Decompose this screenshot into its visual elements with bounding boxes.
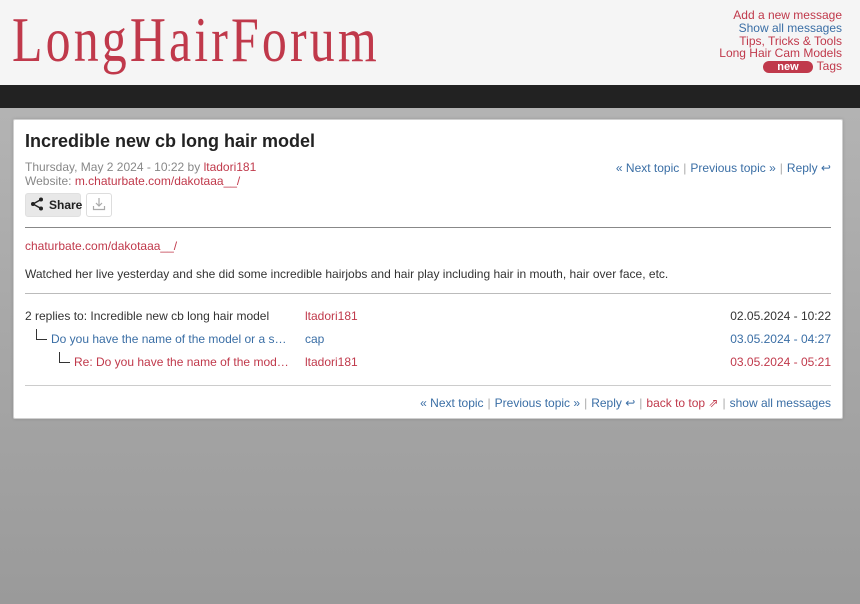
divider (25, 385, 831, 386)
post-title: Incredible new cb long hair model (25, 131, 316, 151)
website-label: Website: (25, 173, 72, 188)
reply-thread: 2 replies to: Incredible new cb long hai… (25, 309, 831, 378)
thread-root-user[interactable]: ltadori181 (305, 309, 358, 323)
download-button[interactable] (86, 193, 112, 217)
reply-date: 03.05.2024 - 04:27 (730, 332, 831, 346)
table-row[interactable]: Do you have the name of the model or a s… (25, 329, 831, 355)
previous-topic-link[interactable]: Previous topic » (495, 396, 580, 410)
reply-user-link[interactable]: cap (305, 332, 324, 346)
show-all-messages-link[interactable]: show all messages (730, 396, 831, 410)
reply-link[interactable]: Reply ↩ (787, 161, 831, 175)
table-row[interactable]: Re: Do you have the name of the model or… (25, 352, 831, 378)
new-badge: new (763, 60, 813, 73)
divider (25, 293, 831, 294)
download-icon (92, 197, 106, 214)
top-topic-nav: « Next topic | Previous topic » | Reply ↩ (615, 161, 831, 175)
back-to-top-link[interactable]: back to top ⇗ (646, 396, 718, 410)
reply-user-link[interactable]: ltadori181 (305, 355, 358, 369)
share-label: Share (49, 198, 83, 212)
thread-root-row: 2 replies to: Incredible new cb long hai… (25, 309, 831, 332)
share-icon (30, 197, 44, 214)
share-button[interactable]: Share (25, 193, 83, 217)
website-link[interactable]: m.chaturbate.com/dakotaaa__/ (75, 174, 240, 188)
reply-link[interactable]: Reply ↩ (591, 396, 635, 410)
site-header: LongHairForum Add a new message Show all… (0, 0, 860, 85)
post-body-link[interactable]: chaturbate.com/dakotaaa__/ (25, 239, 177, 253)
previous-topic-link[interactable]: Previous topic » (690, 161, 775, 175)
reply-date: 03.05.2024 - 05:21 (730, 355, 831, 369)
bottom-topic-nav: « Next topic | Previous topic » | Reply ↩ | ba… (420, 396, 831, 410)
tags-link[interactable]: Tags (817, 60, 842, 73)
post-meta: Thursday, May 2 2024 - 10:22 by ltadori1… (25, 160, 257, 188)
post-body: Watched her live yesterday and she did s… (25, 267, 669, 281)
tags-row: new Tags (719, 60, 842, 73)
thread-branch-icon (59, 352, 70, 363)
post-date: Thursday, May 2 2024 - 10:22 (25, 160, 185, 174)
post-panel: Incredible new cb long hair model Thursd… (13, 119, 843, 419)
post-author-link[interactable]: ltadori181 (204, 160, 257, 174)
next-topic-link[interactable]: « Next topic (616, 161, 679, 175)
thread-header: 2 replies to: Incredible new cb long hai… (25, 309, 270, 323)
divider (25, 227, 831, 228)
by-label: by (187, 160, 201, 174)
header-bar (0, 85, 860, 108)
add-message-link[interactable]: Add a new message (719, 9, 842, 22)
reply-subject-link[interactable]: Do you have the name of the model or a s… (51, 332, 291, 346)
next-topic-link[interactable]: « Next topic (420, 396, 483, 410)
site-logo[interactable]: LongHairForum (12, 8, 380, 72)
thread-branch-icon (36, 329, 47, 340)
header-nav: Add a new message Show all messages Tips… (719, 9, 842, 73)
reply-subject-link[interactable]: Re: Do you have the name of the model or… (74, 355, 291, 369)
show-all-messages-link[interactable]: Show all messages (719, 21, 842, 35)
thread-root-date: 02.05.2024 - 10:22 (730, 309, 831, 323)
